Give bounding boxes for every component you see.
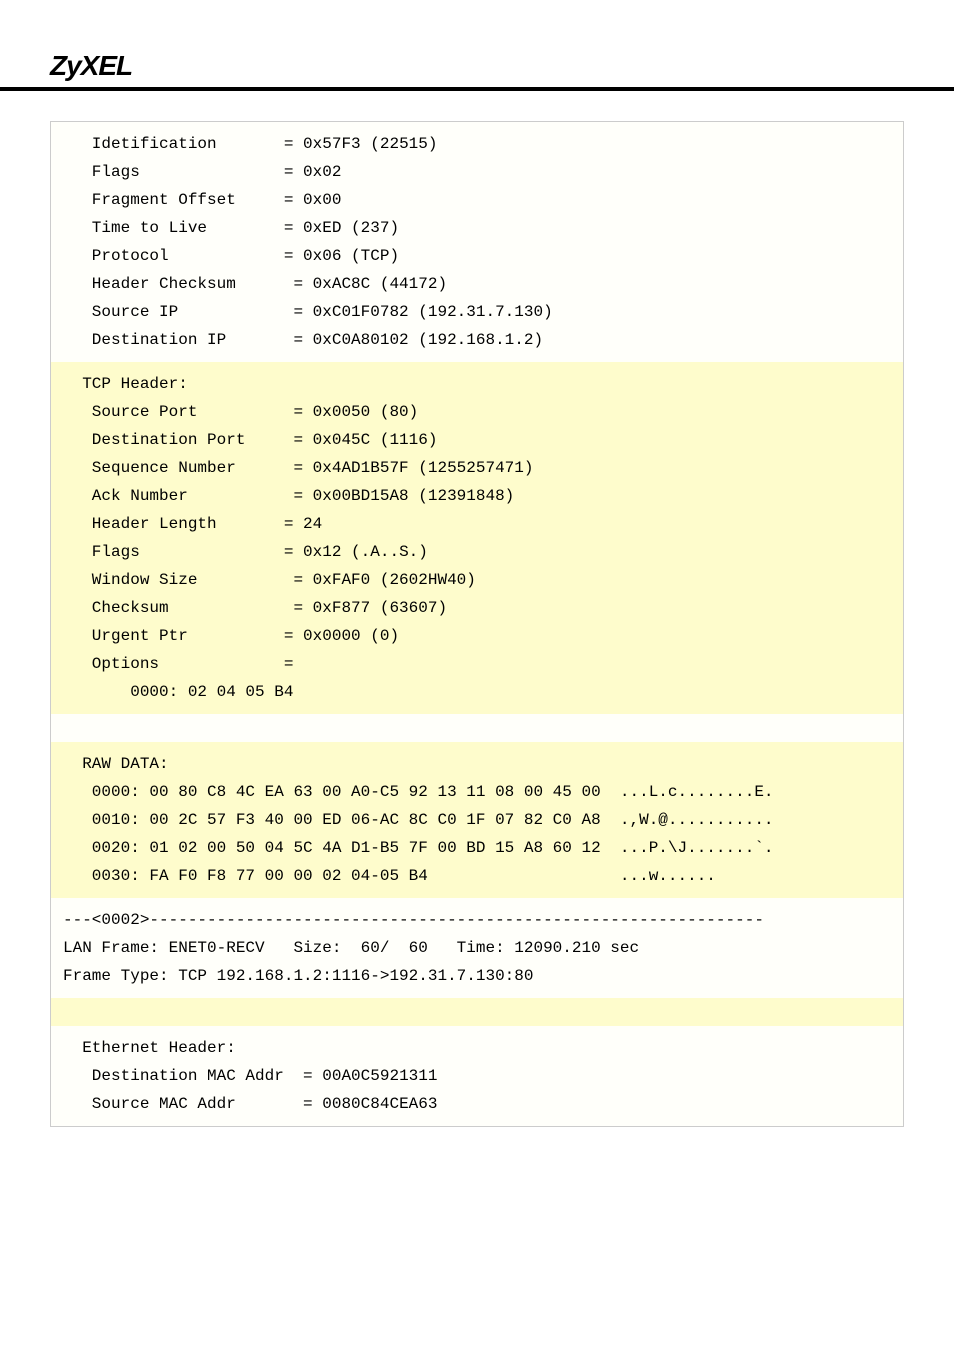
src-port-value: = 0x0050 (80) bbox=[293, 403, 418, 421]
hlen-label: Header Length bbox=[63, 515, 284, 533]
raw-data-title: RAW DATA: bbox=[63, 755, 169, 773]
tcp-flags-value: = 0x12 (.A..S.) bbox=[284, 543, 428, 561]
tcp-header-section: TCP Header: Source Port = 0x0050 (80) De… bbox=[51, 362, 903, 714]
identification-value: = 0x57F3 (22515) bbox=[284, 135, 438, 153]
urgent-ptr-value: = 0x0000 (0) bbox=[284, 627, 399, 645]
raw-data-line-3: 0030: FA F0 F8 77 00 00 02 04-05 B4 ...w… bbox=[63, 867, 716, 885]
raw-data-lines: RAW DATA: 0000: 00 80 C8 4C EA 63 00 A0-… bbox=[63, 750, 891, 890]
dst-port-value: = 0x045C (1116) bbox=[293, 431, 437, 449]
window-size-label: Window Size bbox=[63, 571, 293, 589]
seq-value: = 0x4AD1B57F (1255257471) bbox=[293, 459, 533, 477]
ttl-value: = 0xED (237) bbox=[284, 219, 399, 237]
lan-frame-line: LAN Frame: ENET0-RECV Size: 60/ 60 Time:… bbox=[63, 939, 639, 957]
ack-label: Ack Number bbox=[63, 487, 293, 505]
identification-label: Idetification bbox=[63, 135, 284, 153]
packet-dump-content: Idetification = 0x57F3 (22515) Flags = 0… bbox=[50, 121, 904, 1127]
flags-label: Flags bbox=[63, 163, 284, 181]
ttl-label: Time to Live bbox=[63, 219, 284, 237]
tcp-flags-label: Flags bbox=[63, 543, 284, 561]
destination-ip-label: Destination IP bbox=[63, 331, 293, 349]
frame-type-line: Frame Type: TCP 192.168.1.2:1116->192.31… bbox=[63, 967, 533, 985]
raw-data-section: RAW DATA: 0000: 00 80 C8 4C EA 63 00 A0-… bbox=[51, 742, 903, 898]
raw-data-line-1: 0010: 00 2C 57 F3 40 00 ED 06-AC 8C C0 1… bbox=[63, 811, 774, 829]
options-data: 0000: 02 04 05 B4 bbox=[63, 683, 293, 701]
tcp-header-title: TCP Header: bbox=[63, 375, 188, 393]
frame-separator-section: ---<0002>-------------------------------… bbox=[51, 898, 903, 998]
eth-src-label: Source MAC Addr bbox=[63, 1095, 303, 1113]
options-label: Options bbox=[63, 655, 284, 673]
flags-value: = 0x02 bbox=[284, 163, 342, 181]
ethernet-header-lines: Ethernet Header: Destination MAC Addr = … bbox=[63, 1034, 891, 1118]
fragment-offset-label: Fragment Offset bbox=[63, 191, 284, 209]
protocol-value: = 0x06 (TCP) bbox=[284, 247, 399, 265]
urgent-ptr-label: Urgent Ptr bbox=[63, 627, 284, 645]
spacer bbox=[51, 714, 903, 742]
raw-data-line-0: 0000: 00 80 C8 4C EA 63 00 A0-C5 92 13 1… bbox=[63, 783, 774, 801]
tcp-header-lines: TCP Header: Source Port = 0x0050 (80) De… bbox=[63, 370, 891, 706]
checksum-value: = 0xAC8C (44172) bbox=[293, 275, 447, 293]
tcp-checksum-label: Checksum bbox=[63, 599, 293, 617]
checksum-label: Header Checksum bbox=[63, 275, 293, 293]
source-ip-value: = 0xC01F0782 (192.31.7.130) bbox=[293, 303, 552, 321]
destination-ip-value: = 0xC0A80102 (192.168.1.2) bbox=[293, 331, 543, 349]
src-port-label: Source Port bbox=[63, 403, 293, 421]
eth-dst-label: Destination MAC Addr bbox=[63, 1067, 303, 1085]
raw-data-line-2: 0020: 01 02 00 50 04 5C 4A D1-B5 7F 00 B… bbox=[63, 839, 774, 857]
protocol-label: Protocol bbox=[63, 247, 284, 265]
ethernet-header-section: Ethernet Header: Destination MAC Addr = … bbox=[51, 1026, 903, 1126]
eth-dst-value: = 00A0C5921311 bbox=[303, 1067, 437, 1085]
ethernet-header-title: Ethernet Header: bbox=[63, 1039, 236, 1057]
spacer-alt bbox=[51, 998, 903, 1026]
fragment-offset-value: = 0x00 bbox=[284, 191, 342, 209]
hlen-value: = 24 bbox=[284, 515, 322, 533]
seq-label: Sequence Number bbox=[63, 459, 293, 477]
options-value: = bbox=[284, 655, 294, 673]
zyxel-logo: ZyXEL bbox=[50, 50, 904, 82]
tcp-checksum-value: = 0xF877 (63607) bbox=[293, 599, 447, 617]
source-ip-label: Source IP bbox=[63, 303, 293, 321]
separator-line: ---<0002>-------------------------------… bbox=[63, 911, 764, 929]
ack-value: = 0x00BD15A8 (12391848) bbox=[293, 487, 514, 505]
dst-port-label: Destination Port bbox=[63, 431, 293, 449]
frame-lines: ---<0002>-------------------------------… bbox=[63, 906, 891, 990]
page-header: ZyXEL bbox=[0, 0, 954, 91]
ip-header-section: Idetification = 0x57F3 (22515) Flags = 0… bbox=[51, 122, 903, 362]
window-size-value: = 0xFAF0 (2602HW40) bbox=[293, 571, 475, 589]
ip-header-lines: Idetification = 0x57F3 (22515) Flags = 0… bbox=[63, 130, 891, 354]
eth-src-value: = 0080C84CEA63 bbox=[303, 1095, 437, 1113]
